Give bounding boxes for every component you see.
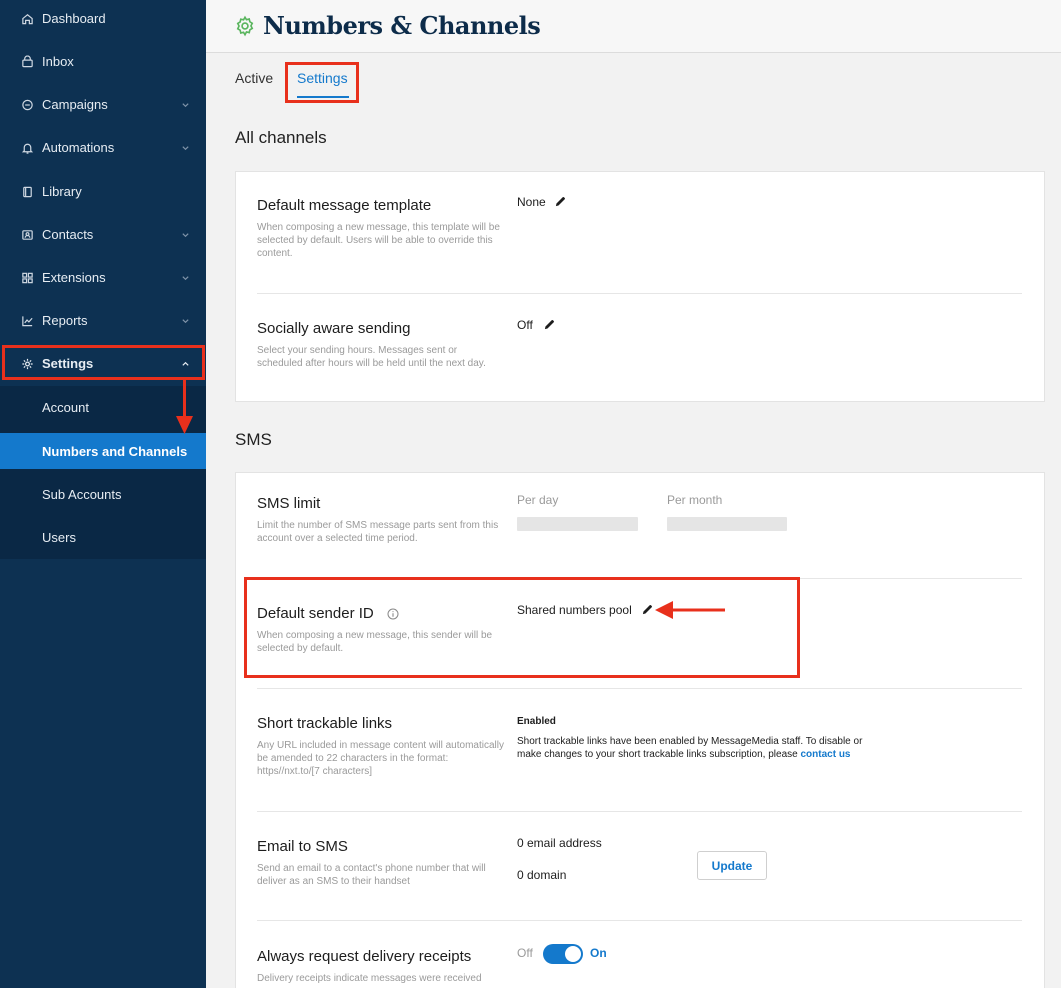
down-arrow-icon <box>183 380 186 420</box>
default-template-desc: When composing a new message, this templ… <box>257 222 500 259</box>
left-arrow-icon <box>655 601 725 619</box>
sender-id-highlight-box <box>244 577 800 678</box>
toggle-on-label: On <box>590 946 607 960</box>
email-to-sms-desc: Send an email to a contact's phone numbe… <box>257 863 486 887</box>
chevron-down-icon <box>182 275 189 280</box>
update-button[interactable]: Update <box>697 851 767 880</box>
chevron-down-icon <box>182 145 189 150</box>
per-month-input[interactable] <box>667 517 787 531</box>
default-template-value: None <box>517 195 546 209</box>
delivery-receipts-title: Always request delivery receipts <box>257 948 472 965</box>
contacts-icon <box>21 228 34 241</box>
sms-limit-title: SMS limit <box>257 495 321 512</box>
sidebar-item-campaigns[interactable]: Campaigns <box>0 83 206 126</box>
home-icon <box>21 12 34 25</box>
sidebar-subitem-label: Sub Accounts <box>42 486 122 502</box>
sidebar-item-label: Inbox <box>42 54 74 69</box>
delivery-receipts-toggle[interactable] <box>543 944 583 964</box>
sidebar-item-library[interactable]: Library <box>0 170 206 213</box>
edit-pencil-icon[interactable] <box>544 319 555 330</box>
settings-tab-highlight-box <box>285 62 359 103</box>
section-title-all-channels: All channels <box>235 128 327 147</box>
sidebar-item-reports[interactable]: Reports <box>0 299 206 342</box>
page-title: Numbers & Channels <box>263 11 541 40</box>
edit-pencil-icon[interactable] <box>555 196 566 207</box>
gear-icon <box>236 15 254 37</box>
toggle-knob <box>565 946 581 962</box>
per-month-label: Per month <box>667 493 723 507</box>
default-template-title: Default message template <box>257 197 432 214</box>
sidebar-item-label: Library <box>42 184 82 199</box>
sidebar-subitem-sub-accounts[interactable]: Sub Accounts <box>0 476 206 512</box>
email-to-sms-title: Email to SMS <box>257 838 348 855</box>
contact-us-link[interactable]: contact us <box>800 749 850 760</box>
per-day-input[interactable] <box>517 517 638 531</box>
section-title-sms: SMS <box>235 430 272 449</box>
email-address-count: 0 email address <box>517 836 602 850</box>
sidebar-item-label: Dashboard <box>42 11 106 26</box>
socially-aware-title: Socially aware sending <box>257 320 411 337</box>
grid-icon <box>21 271 34 284</box>
inbox-icon <box>21 55 34 68</box>
divider <box>257 688 1022 689</box>
sidebar-item-contacts[interactable]: Contacts <box>0 213 206 256</box>
sidebar-subitem-users[interactable]: Users <box>0 519 206 555</box>
sms-limit-desc: Limit the number of SMS message parts se… <box>257 520 499 544</box>
down-arrowhead-icon <box>176 416 193 434</box>
sidebar: Dashboard Inbox Campaigns Automations Li… <box>0 0 206 988</box>
sidebar-subitem-label: Numbers and Channels <box>42 443 188 459</box>
divider <box>257 811 1022 812</box>
divider <box>257 920 1022 921</box>
sidebar-item-label: Contacts <box>42 227 94 242</box>
sidebar-item-label: Extensions <box>42 270 106 285</box>
chevron-down-icon <box>182 232 189 237</box>
short-links-note-block: Short trackable links have been enabled … <box>517 735 867 761</box>
sidebar-item-inbox[interactable]: Inbox <box>0 40 206 83</box>
short-links-desc: Any URL included in message content will… <box>257 740 504 777</box>
sidebar-subitem-numbers-and-channels[interactable]: Numbers and Channels <box>0 433 206 469</box>
sidebar-subitem-label: Account <box>42 399 89 415</box>
socially-aware-desc: Select your sending hours. Messages sent… <box>257 345 486 369</box>
short-links-title: Short trackable links <box>257 715 393 732</box>
page-header: Numbers & Channels <box>206 0 1061 53</box>
delivery-receipts-desc: Delivery receipts indicate messages were… <box>257 973 482 984</box>
sidebar-item-label: Reports <box>42 313 88 328</box>
sidebar-item-label: Automations <box>42 140 115 155</box>
book-icon <box>21 185 34 198</box>
domain-count: 0 domain <box>517 868 567 882</box>
sidebar-item-automations[interactable]: Automations <box>0 126 206 169</box>
chevron-down-icon <box>182 318 189 323</box>
tab-active[interactable]: Active <box>235 70 273 86</box>
bell-icon <box>21 141 34 154</box>
sidebar-item-label: Campaigns <box>42 97 108 112</box>
divider <box>257 293 1022 294</box>
settings-highlight-box <box>2 345 205 380</box>
sidebar-subitem-label: Users <box>42 529 76 545</box>
sidebar-item-extensions[interactable]: Extensions <box>0 256 206 299</box>
sidebar-item-dashboard[interactable]: Dashboard <box>0 0 206 40</box>
short-links-status: Enabled <box>517 716 556 727</box>
chart-icon <box>21 314 34 327</box>
socially-aware-value: Off <box>517 318 533 332</box>
campaigns-icon <box>21 98 34 111</box>
toggle-off-label: Off <box>517 946 533 960</box>
chevron-down-icon <box>182 102 189 107</box>
per-day-label: Per day <box>517 493 559 507</box>
